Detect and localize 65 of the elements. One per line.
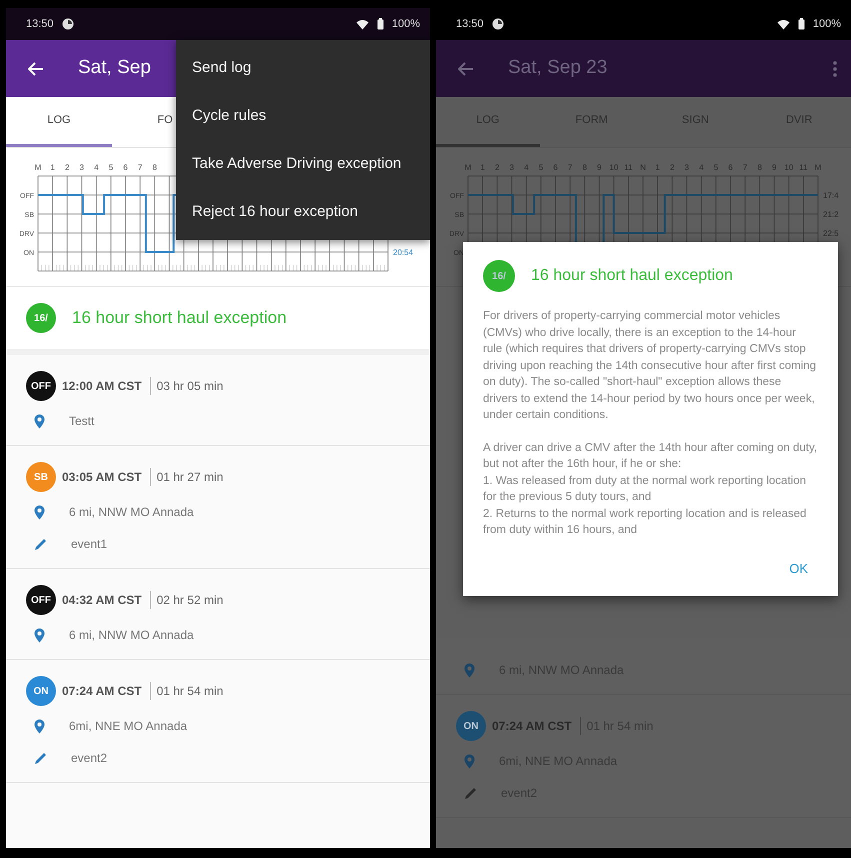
- event-time: 12:00 AM CST: [62, 377, 151, 395]
- duration-total: 20:54: [393, 248, 414, 257]
- status-time: 13:50: [26, 16, 54, 32]
- wifi-icon: [776, 18, 790, 30]
- wifi-icon: [356, 18, 369, 30]
- screen-title: Sat, Sep: [78, 56, 151, 80]
- hour-label: 2: [64, 163, 70, 172]
- menu-item[interactable]: Reject 16 hour exception: [176, 188, 430, 236]
- hour-label: 1: [50, 163, 55, 172]
- location-pin-icon: [34, 414, 45, 428]
- dialog-text: A driver can drive a CMV after the 14th hour after coming on duty, but not after the 16th hour, if he or she:: [483, 440, 818, 472]
- hour-label: 8: [152, 163, 157, 172]
- exception-badge: 16/: [26, 303, 56, 333]
- back-arrow-icon: [458, 62, 474, 76]
- menu-item[interactable]: Take Adverse Driving exception: [176, 140, 430, 188]
- back-arrow-icon: [28, 62, 44, 76]
- location-pin-icon: [34, 628, 45, 642]
- event-duration: 01 hr 27 min: [156, 469, 224, 486]
- pencil-icon: [464, 786, 477, 800]
- event-time: 07:24 AM CST: [62, 682, 151, 700]
- event-note: event2: [71, 750, 108, 767]
- status-badge: OFF: [26, 371, 56, 401]
- status-badge: ON: [456, 711, 486, 741]
- event-duration: 02 hr 52 min: [156, 592, 224, 609]
- hour-label: 6: [123, 163, 128, 172]
- event-location: 6 mi, NNW MO Annada: [69, 627, 194, 644]
- screen-title: Sat, Sep 23: [508, 56, 608, 80]
- dialog-text: 1. Was released from duty at the normal work reporting location for the previous 5 duty tours, and: [483, 474, 807, 505]
- hour-label: 3: [80, 163, 84, 172]
- exception-badge: 16/: [483, 260, 515, 292]
- event-note: event1: [71, 536, 108, 553]
- notification-icon: [492, 18, 504, 30]
- dialog-text: 2. Returns to the normal work reporting location and is released from duty within 16 hours, and: [483, 506, 808, 538]
- notification-icon: [62, 18, 74, 30]
- hour-label: M: [34, 163, 42, 172]
- event-location: 6 mi, NNW MO Annada: [69, 504, 194, 521]
- location-pin-icon: [464, 754, 475, 768]
- hour-label: 4: [94, 163, 99, 172]
- more-options-button[interactable]: [833, 60, 837, 76]
- battery-icon: [798, 18, 805, 30]
- battery-level: 100%: [392, 16, 420, 32]
- status-time: 13:50: [456, 16, 484, 32]
- status-badge: SB: [26, 462, 56, 492]
- event-time: 03:05 AM CST: [62, 468, 151, 486]
- location-pin-icon: [34, 504, 45, 520]
- hour-label: 7: [138, 163, 142, 172]
- pencil-icon: [34, 752, 47, 764]
- menu-item[interactable]: Cycle rules: [176, 92, 430, 140]
- battery-level: 100%: [812, 16, 841, 32]
- location-pin-icon: [464, 662, 475, 678]
- location-pin-icon: [34, 718, 45, 734]
- status-badge: OFF: [26, 585, 56, 615]
- status-badge: ON: [26, 676, 56, 706]
- pencil-icon: [34, 538, 47, 550]
- dialog-text: For drivers of property-carrying commercial motor vehicles (CMVs) who drive locally, there is an exception to the 14-hour rule (which requires that drivers of property-carrying CMVs stop driving upon reaching the 14th consecutive hour after first coming on duty). The so-called "short-haul" exception allows these drivers to extend the 14-hour period by two hours once per week, under certain conditions.: [483, 309, 818, 423]
- dialog-title: 16 hour short haul exception: [531, 266, 733, 286]
- event-location: Testt: [69, 413, 94, 430]
- event-duration: 01 hr 54 min: [156, 683, 224, 700]
- event-location: 6mi, NNE MO Annada: [69, 718, 188, 735]
- event-time: 04:32 AM CST: [62, 591, 151, 609]
- battery-icon: [376, 18, 384, 30]
- more-options-icon: [833, 60, 837, 76]
- menu-item[interactable]: Send log: [176, 44, 430, 92]
- event-duration: 03 hr 05 min: [156, 378, 224, 395]
- hour-label: 5: [108, 163, 114, 172]
